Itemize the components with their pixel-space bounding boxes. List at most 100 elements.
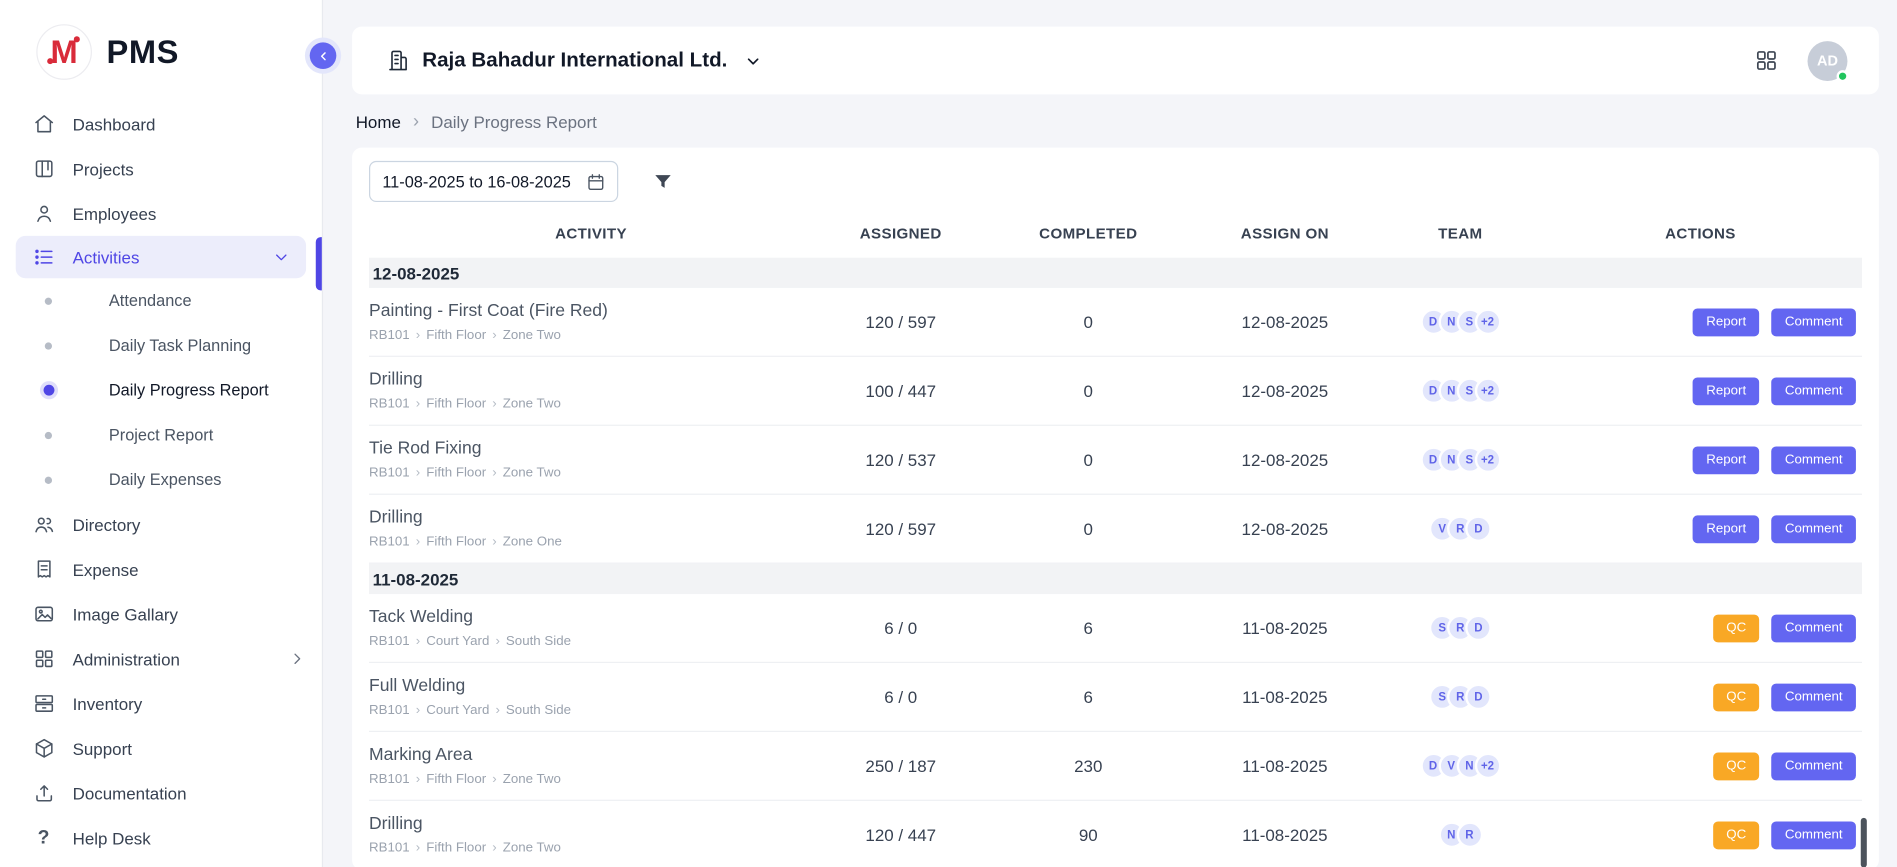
sidebar-item-documentation[interactable]: Documentation xyxy=(0,771,322,816)
activity-path: RB101›Fifth Floor›Zone Two xyxy=(369,772,801,787)
upload-icon xyxy=(31,781,55,805)
report-button[interactable]: Report xyxy=(1693,377,1760,405)
completed-value: 0 xyxy=(988,450,1188,469)
people-icon xyxy=(31,512,55,536)
list-icon xyxy=(31,245,55,269)
row-actions: Report Comment xyxy=(1539,308,1862,336)
shelf-icon xyxy=(31,691,55,715)
comment-button[interactable]: Comment xyxy=(1772,308,1856,336)
sidebar-subitem-label: Daily Task Planning xyxy=(109,336,251,354)
sidebar-subitem-attendance[interactable]: Attendance xyxy=(0,278,322,323)
kanban-icon xyxy=(31,157,55,181)
team-member-badge[interactable]: +2 xyxy=(1474,446,1501,473)
sidebar-item-label: Activities xyxy=(73,247,140,266)
report-button[interactable]: Report xyxy=(1693,446,1760,474)
column-header-activity: ACTIVITY xyxy=(369,225,813,242)
team-member-badge[interactable]: +2 xyxy=(1474,753,1501,780)
sidebar-item-inventory[interactable]: Inventory xyxy=(0,681,322,726)
filter-button[interactable] xyxy=(652,171,674,193)
activity-title: Drilling xyxy=(369,814,801,833)
chevron-right-icon: › xyxy=(492,397,496,412)
team-member-badge[interactable]: R xyxy=(1456,821,1483,848)
column-header-team: TEAM xyxy=(1382,225,1539,242)
date-range-input[interactable]: 11-08-2025 to 16-08-2025 xyxy=(369,161,618,202)
assigned-value: 100 / 447 xyxy=(813,381,988,400)
comment-button[interactable]: Comment xyxy=(1772,446,1856,474)
assign-on-value: 11-08-2025 xyxy=(1188,687,1382,706)
path-segment: Fifth Floor xyxy=(426,328,486,343)
company-selector[interactable]: Raja Bahadur International Ltd. xyxy=(386,48,763,72)
comment-button[interactable]: Comment xyxy=(1772,515,1856,543)
activity-path: RB101›Fifth Floor›Zone Two xyxy=(369,841,801,856)
activity-title: Painting - First Coat (Fire Red) xyxy=(369,301,801,320)
qc-button[interactable]: QC xyxy=(1713,821,1760,849)
team-member-badge[interactable]: +2 xyxy=(1474,377,1501,404)
chevron-right-icon: › xyxy=(413,111,419,132)
sidebar-subitem-daily-progress-report[interactable]: Daily Progress Report xyxy=(0,368,322,413)
comment-button[interactable]: Comment xyxy=(1772,377,1856,405)
team-badges: SRD xyxy=(1382,684,1539,711)
topbar-right: AD xyxy=(1754,41,1847,81)
sidebar-item-expense[interactable]: Expense xyxy=(0,547,322,592)
activity-cell: Drilling RB101›Fifth Floor›Zone Two xyxy=(369,370,813,411)
team-member-badge[interactable]: D xyxy=(1465,515,1492,542)
group-date: 12-08-2025 xyxy=(373,263,460,282)
sidebar-subitem-project-report[interactable]: Project Report xyxy=(0,413,322,458)
team-member-badge[interactable]: D xyxy=(1465,684,1492,711)
path-segment: RB101 xyxy=(369,841,410,856)
breadcrumb-home-link[interactable]: Home xyxy=(356,112,401,131)
sidebar-item-administration[interactable]: Administration xyxy=(0,636,322,681)
comment-button[interactable]: Comment xyxy=(1772,821,1856,849)
assign-on-value: 11-08-2025 xyxy=(1188,756,1382,775)
team-member-badge[interactable]: +2 xyxy=(1474,309,1501,336)
column-header-completed: COMPLETED xyxy=(988,225,1188,242)
table-row: Tack Welding RB101›Court Yard›South Side… xyxy=(369,594,1862,663)
path-segment: Fifth Floor xyxy=(426,466,486,481)
sidebar-item-employees[interactable]: Employees xyxy=(0,191,322,236)
qc-button[interactable]: QC xyxy=(1713,683,1760,711)
sidebar-subitem-daily-task-planning[interactable]: Daily Task Planning xyxy=(0,323,322,368)
sidebar-item-image-gallery[interactable]: Image Gallary xyxy=(0,592,322,637)
sidebar-item-activities[interactable]: Activities xyxy=(16,236,306,278)
chevron-right-icon: › xyxy=(416,328,420,343)
chevron-right-icon: › xyxy=(492,466,496,481)
team-badges: DNS+2 xyxy=(1382,309,1539,336)
path-segment: Zone Two xyxy=(503,772,561,787)
sidebar-item-dashboard[interactable]: Dashboard xyxy=(0,102,322,147)
apps-grid-icon[interactable] xyxy=(1754,48,1778,72)
path-segment: RB101 xyxy=(369,772,410,787)
path-segment: RB101 xyxy=(369,703,410,718)
sidebar-collapse-button[interactable] xyxy=(310,42,337,69)
sidebar-subitem-daily-expenses[interactable]: Daily Expenses xyxy=(0,457,322,502)
activity-cell: Drilling RB101›Fifth Floor›Zone Two xyxy=(369,814,813,855)
completed-value: 230 xyxy=(988,756,1188,775)
assigned-value: 120 / 597 xyxy=(813,312,988,331)
activity-cell: Painting - First Coat (Fire Red) RB101›F… xyxy=(369,301,813,342)
bullet-icon xyxy=(45,476,52,483)
comment-button[interactable]: Comment xyxy=(1772,752,1856,780)
sidebar-item-help-desk[interactable]: ? Help Desk xyxy=(0,815,322,860)
completed-value: 6 xyxy=(988,618,1188,637)
comment-button[interactable]: Comment xyxy=(1772,614,1856,642)
qc-button[interactable]: QC xyxy=(1713,752,1760,780)
path-segment: Fifth Floor xyxy=(426,841,486,856)
app-window: M PMS Dashboard Projects xyxy=(0,0,1897,867)
sidebar-item-label: Projects xyxy=(73,159,134,178)
sidebar-item-projects[interactable]: Projects xyxy=(0,146,322,191)
team-badges: DVN+2 xyxy=(1382,753,1539,780)
sidebar-item-directory[interactable]: Directory xyxy=(0,502,322,547)
team-member-badge[interactable]: D xyxy=(1465,615,1492,642)
sidebar-item-support[interactable]: Support xyxy=(0,726,322,771)
report-button[interactable]: Report xyxy=(1693,515,1760,543)
team-badges: DNS+2 xyxy=(1382,446,1539,473)
activity-cell: Tie Rod Fixing RB101›Fifth Floor›Zone Tw… xyxy=(369,439,813,480)
report-button[interactable]: Report xyxy=(1693,308,1760,336)
path-segment: Zone Two xyxy=(503,841,561,856)
user-avatar[interactable]: AD xyxy=(1808,41,1848,81)
scrollbar-thumb[interactable] xyxy=(1861,818,1866,867)
app-logo-row: M PMS xyxy=(0,0,322,99)
assign-on-value: 12-08-2025 xyxy=(1188,381,1382,400)
qc-button[interactable]: QC xyxy=(1713,614,1760,642)
date-range-value: 11-08-2025 to 16-08-2025 xyxy=(382,172,571,190)
comment-button[interactable]: Comment xyxy=(1772,683,1856,711)
